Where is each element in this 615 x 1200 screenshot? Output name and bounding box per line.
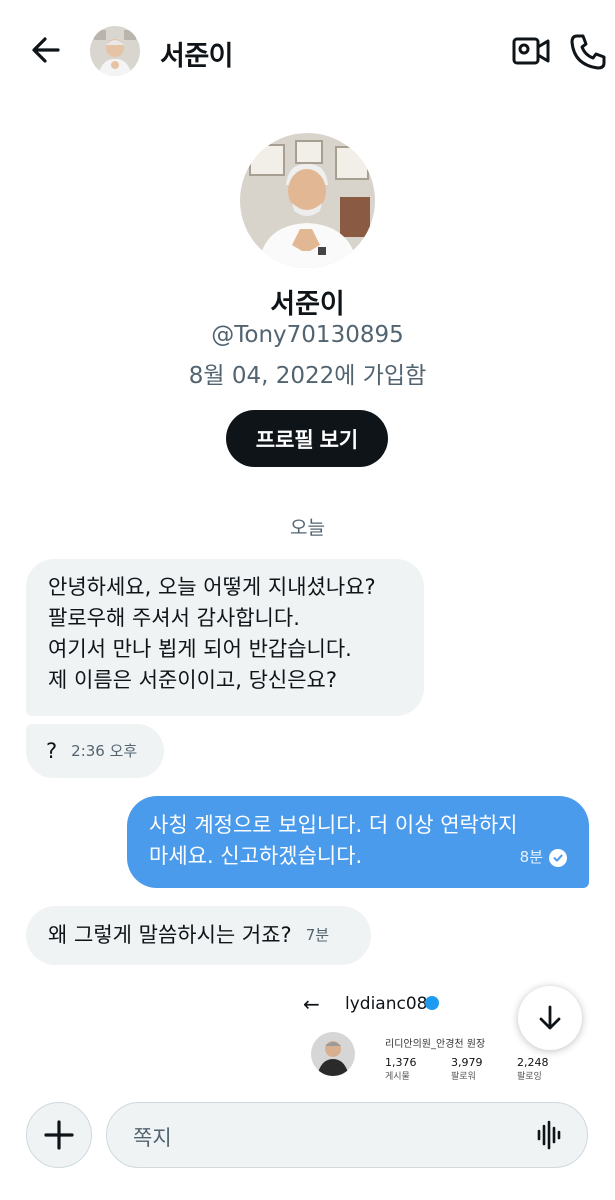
message-timestamp: 8분 (519, 848, 543, 866)
message-meta: 8분 (520, 842, 567, 873)
shared-stat: 2,248 팔로잉 (517, 1056, 549, 1082)
profile-joined-date: 8월 04, 2022에 가입함 (188, 363, 427, 389)
back-button[interactable] (26, 30, 66, 70)
message-timestamp: 2:36 오후 (71, 741, 138, 760)
profile-avatar[interactable] (240, 133, 375, 268)
message-line: 제 이름은 서준이이고, 당신은요? (48, 668, 338, 692)
message-line: 안녕하세요, 오늘 어떻게 지내셨나요? (48, 575, 376, 599)
phone-icon (570, 34, 606, 70)
shared-stat: 3,979 팔로워 (451, 1056, 483, 1082)
voice-call-button[interactable] (568, 32, 608, 72)
message-bubble-incoming[interactable]: ? 2:36 오후 (26, 724, 164, 778)
message-line: 팔로우해 주셔서 감사합니다. (48, 606, 300, 630)
message-timestamp: 7분 (305, 926, 330, 944)
voice-wave-icon (537, 1120, 561, 1150)
arrow-down-icon (539, 1005, 561, 1030)
plus-icon (44, 1120, 74, 1150)
voice-message-button[interactable] (535, 1120, 565, 1150)
arrow-left-icon (32, 37, 60, 63)
shared-image-message[interactable]: ← lydianc08 리디안의원_안경천 원장 1,376 게시물 3,979… (297, 982, 549, 1082)
add-media-button[interactable] (26, 1102, 92, 1168)
shared-avatar (311, 1032, 355, 1076)
conversation-header: 서준이 (0, 0, 615, 100)
avatar[interactable] (90, 26, 140, 76)
message-line: 여기서 만나 뵙게 되어 반갑습니다. (48, 637, 352, 661)
video-camera-icon (512, 37, 550, 65)
message-bubble-incoming[interactable]: 왜 그렇게 말씀하시는 거죠? 7분 (26, 906, 371, 965)
message-input[interactable]: 쪽지 (106, 1102, 588, 1168)
message-bubble-incoming[interactable]: 안녕하세요, 오늘 어떻게 지내셨나요? 팔로우해 주셔서 감사합니다. 여기서… (26, 559, 424, 716)
video-call-button[interactable] (512, 34, 550, 68)
message-line: 사칭 계정으로 보입니다. 더 이상 연락하지 (149, 813, 518, 837)
scroll-to-bottom-button[interactable] (518, 986, 582, 1050)
message-text: 왜 그렇게 말씀하시는 거죠? (48, 923, 292, 947)
message-input-placeholder: 쪽지 (133, 1126, 172, 1150)
profile-handle: @Tony70130895 (211, 322, 404, 348)
arrow-left-icon: ← (303, 992, 320, 1016)
message-text: ? (46, 738, 58, 763)
shared-stat: 1,376 게시물 (385, 1056, 417, 1082)
shared-bio: 리디안의원_안경천 원장 (385, 1039, 486, 1050)
conversation-title[interactable]: 서준이 (160, 34, 234, 73)
verified-badge-icon (425, 996, 439, 1010)
shared-username: lydianc08 (345, 994, 428, 1014)
profile-name: 서준이 (270, 289, 345, 320)
date-separator: 오늘 (290, 517, 325, 539)
view-profile-button[interactable]: 프로필 보기 (226, 410, 388, 467)
read-receipt-icon (549, 848, 567, 867)
message-bubble-outgoing[interactable]: 사칭 계정으로 보입니다. 더 이상 연락하지 마세요. 신고하겠습니다. 8분 (127, 796, 589, 888)
message-line: 마세요. 신고하겠습니다. (149, 844, 363, 868)
